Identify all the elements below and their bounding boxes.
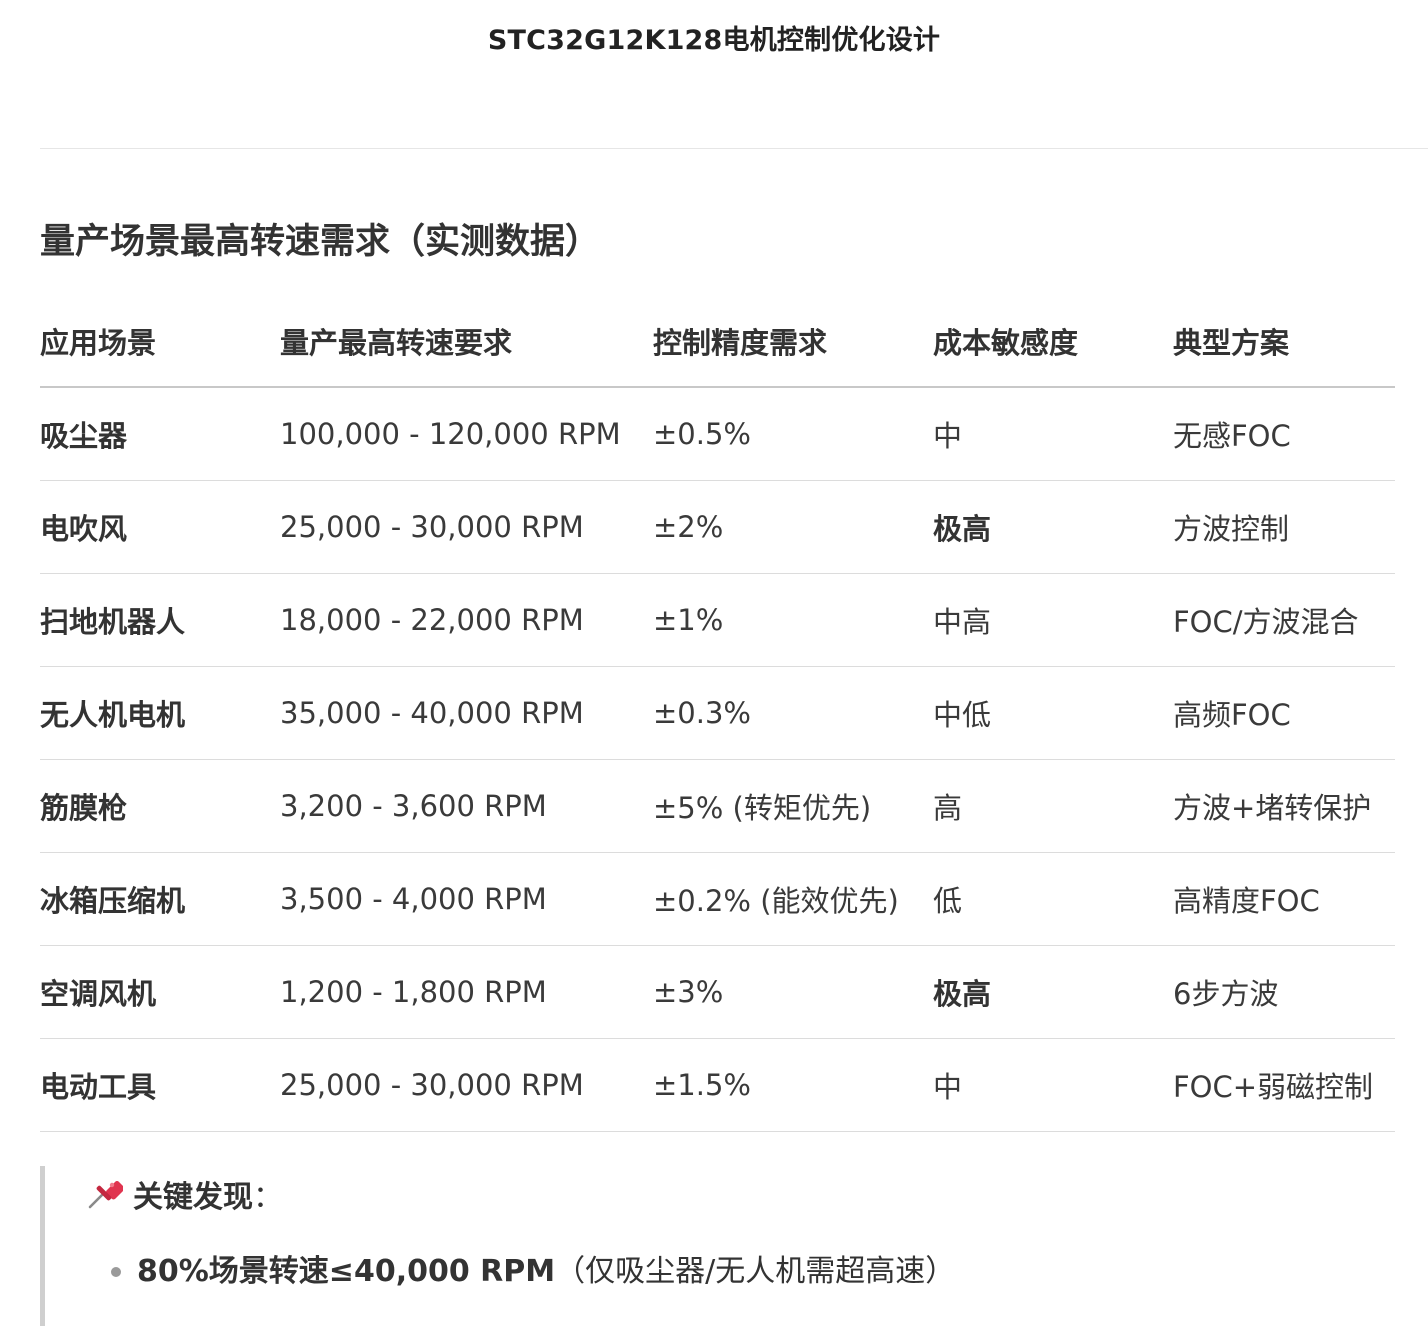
column-header-scene: 应用场景 [40, 296, 280, 388]
cell-solution: 方波+堵转保护 [1173, 759, 1395, 853]
cell-precision: ±0.2% (能效优先) [653, 852, 933, 946]
callout-heading-label: 关键发现 [133, 1180, 253, 1215]
finding-highlight: 80%场景转速≤40,000 RPM [137, 1254, 556, 1289]
page-header: STC32G12K128电机控制优化设计 [0, 0, 1428, 72]
table-body: 吸尘器 100,000 - 120,000 RPM ±0.5% 中 无感FOC … [40, 387, 1395, 1132]
cell-speed: 3,500 - 4,000 RPM [280, 852, 653, 946]
cell-scene: 冰箱压缩机 [40, 852, 280, 946]
column-header-precision: 控制精度需求 [653, 296, 933, 388]
pushpin-icon [87, 1174, 125, 1223]
cell-solution: 方波控制 [1173, 480, 1395, 574]
cell-cost: 中高 [933, 573, 1173, 667]
table-row: 冰箱压缩机 3,500 - 4,000 RPM ±0.2% (能效优先) 低 高… [40, 852, 1395, 946]
table-header: 应用场景 量产最高转速要求 控制精度需求 成本敏感度 典型方案 [40, 296, 1395, 388]
table-row: 空调风机 1,200 - 1,800 RPM ±3% 极高 6步方波 [40, 945, 1395, 1039]
cell-solution: 高频FOC [1173, 666, 1395, 760]
cell-cost: 低 [933, 852, 1173, 946]
cell-scene: 扫地机器人 [40, 573, 280, 667]
cell-precision: ±1% [653, 573, 933, 667]
callout-heading-colon: ： [253, 1180, 283, 1215]
callout-heading: 关键发现： [87, 1174, 283, 1223]
table-header-row: 应用场景 量产最高转速要求 控制精度需求 成本敏感度 典型方案 [40, 296, 1395, 388]
cell-cost: 高 [933, 759, 1173, 853]
document-title: STC32G12K128电机控制优化设计 [487, 25, 941, 56]
cell-speed: 1,200 - 1,800 RPM [280, 945, 653, 1039]
list-item: 80%场景转速≤40,000 RPM（仅吸尘器/无人机需超高速） [107, 1250, 955, 1294]
table-row: 无人机电机 35,000 - 40,000 RPM ±0.3% 中低 高频FOC [40, 666, 1395, 760]
table-row: 扫地机器人 18,000 - 22,000 RPM ±1% 中高 FOC/方波混… [40, 573, 1395, 667]
cell-scene: 无人机电机 [40, 666, 280, 760]
cell-precision: ±1.5% [653, 1038, 933, 1132]
section-title: 量产场景最高转速需求（实测数据） [40, 222, 601, 262]
column-header-speed: 量产最高转速要求 [280, 296, 653, 388]
table-row: 电动工具 25,000 - 30,000 RPM ±1.5% 中 FOC+弱磁控… [40, 1038, 1395, 1132]
cell-scene: 筋膜枪 [40, 759, 280, 853]
cell-scene: 空调风机 [40, 945, 280, 1039]
key-findings-callout: 关键发现： 80%场景转速≤40,000 RPM（仅吸尘器/无人机需超高速） [40, 1166, 1428, 1326]
cell-precision: ±2% [653, 480, 933, 574]
finding-detail: （仅吸尘器/无人机需超高速） [555, 1254, 956, 1289]
cell-solution: 6步方波 [1173, 945, 1395, 1039]
cell-solution: 高精度FOC [1173, 852, 1395, 946]
cell-cost: 极高 [933, 945, 1173, 1039]
table-row: 电吹风 25,000 - 30,000 RPM ±2% 极高 方波控制 [40, 480, 1395, 574]
cell-precision: ±3% [653, 945, 933, 1039]
table-row: 筋膜枪 3,200 - 3,600 RPM ±5% (转矩优先) 高 方波+堵转… [40, 759, 1395, 853]
bullet-icon [111, 1267, 121, 1277]
findings-list: 80%场景转速≤40,000 RPM（仅吸尘器/无人机需超高速） [107, 1250, 955, 1294]
cell-solution: 无感FOC [1173, 387, 1395, 481]
header-divider [40, 148, 1428, 149]
cell-precision: ±0.5% [653, 387, 933, 481]
column-header-cost: 成本敏感度 [933, 296, 1173, 388]
cell-speed: 18,000 - 22,000 RPM [280, 573, 653, 667]
cell-cost: 中 [933, 387, 1173, 481]
cell-speed: 35,000 - 40,000 RPM [280, 666, 653, 760]
cell-scene: 电动工具 [40, 1038, 280, 1132]
cell-speed: 3,200 - 3,600 RPM [280, 759, 653, 853]
speed-requirements-table: 应用场景 量产最高转速要求 控制精度需求 成本敏感度 典型方案 吸尘器 100,… [40, 296, 1395, 1132]
cell-solution: FOC+弱磁控制 [1173, 1038, 1395, 1132]
cell-speed: 100,000 - 120,000 RPM [280, 387, 653, 481]
cell-scene: 电吹风 [40, 480, 280, 574]
cell-speed: 25,000 - 30,000 RPM [280, 1038, 653, 1132]
cell-cost: 中 [933, 1038, 1173, 1132]
column-header-solution: 典型方案 [1173, 296, 1395, 388]
cell-precision: ±5% (转矩优先) [653, 759, 933, 853]
cell-precision: ±0.3% [653, 666, 933, 760]
table-row: 吸尘器 100,000 - 120,000 RPM ±0.5% 中 无感FOC [40, 387, 1395, 481]
cell-scene: 吸尘器 [40, 387, 280, 481]
cell-cost: 中低 [933, 666, 1173, 760]
cell-speed: 25,000 - 30,000 RPM [280, 480, 653, 574]
cell-solution: FOC/方波混合 [1173, 573, 1395, 667]
cell-cost: 极高 [933, 480, 1173, 574]
